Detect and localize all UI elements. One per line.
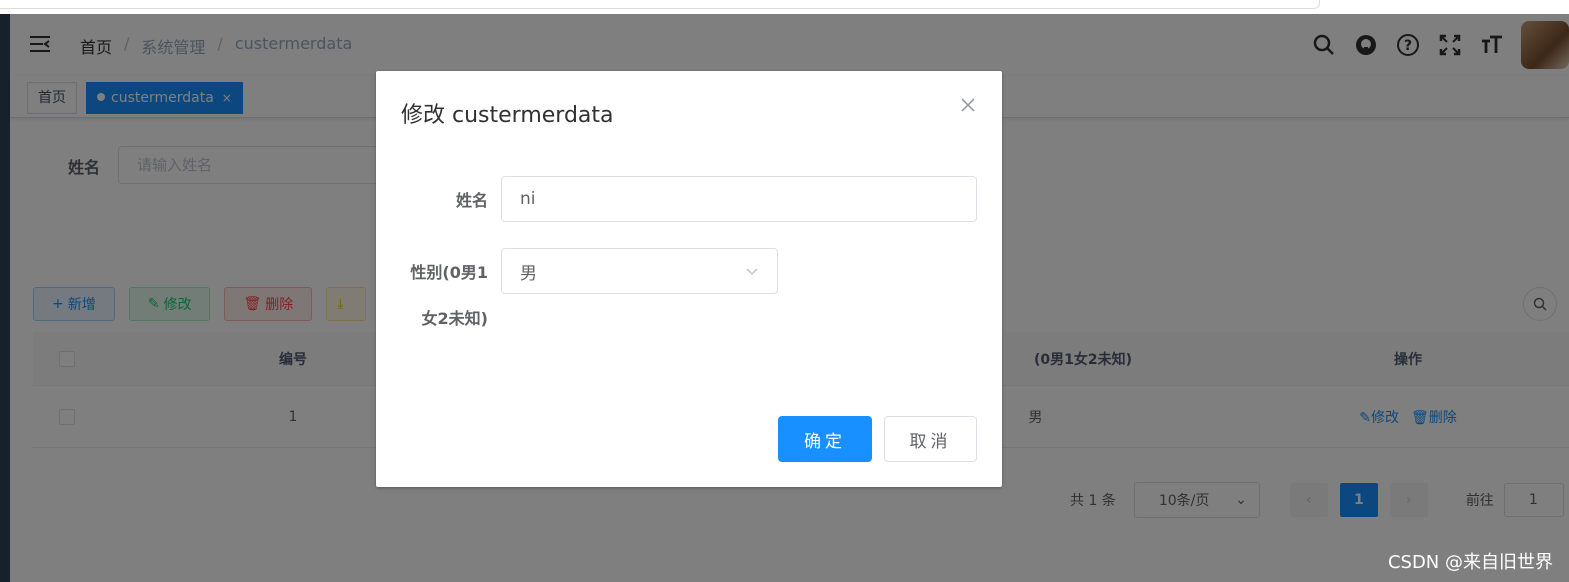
cancel-button[interactable]: 取消: [884, 416, 977, 462]
dialog-title: 修改 custermerdata: [401, 103, 614, 128]
name-field[interactable]: ni: [501, 176, 977, 222]
csdn-watermark: CSDN @来自旧世界: [1387, 552, 1553, 573]
confirm-button[interactable]: 确定: [778, 416, 872, 462]
close-icon[interactable]: [960, 97, 976, 113]
gender-label-line2: 女2未知): [421, 309, 488, 328]
edit-dialog: 修改 custermerdata 姓名 ni 性别(0男1 女2未知) 男 确定…: [376, 71, 1002, 487]
browser-strip: [0, 0, 1569, 14]
chevron-down-icon: [746, 268, 758, 276]
gender-label-line1: 性别(0男1: [410, 263, 488, 282]
name-label: 姓名: [455, 191, 488, 210]
gender-select-value: 男: [520, 263, 537, 284]
gender-select[interactable]: 男: [501, 248, 778, 294]
